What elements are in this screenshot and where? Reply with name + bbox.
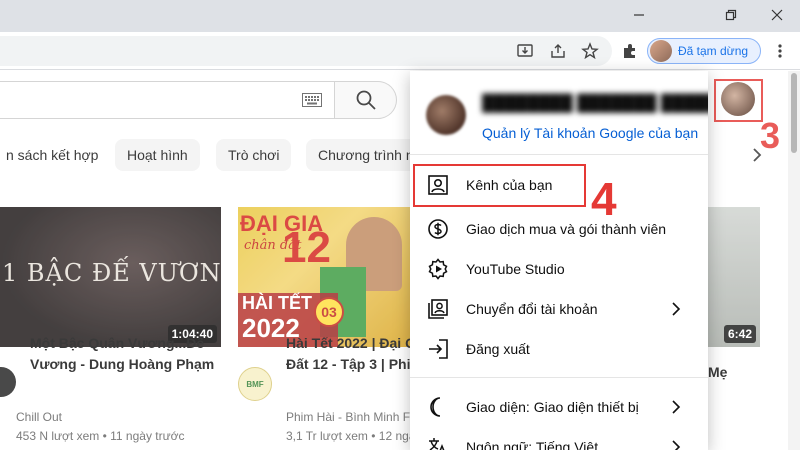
more-vert-icon[interactable] xyxy=(770,41,790,61)
thumbnail-text: 1 BẬC ĐẾ VƯƠNG xyxy=(2,259,221,287)
channel-avatar[interactable] xyxy=(0,367,16,397)
menu-item-label: Giao dịch mua và gói thành viên xyxy=(466,221,667,237)
menu-item-switch-account[interactable]: Chuyển đổi tài khoản xyxy=(410,289,708,329)
menu-item-label: Đăng xuất xyxy=(466,341,530,357)
menu-item-language[interactable]: Ngôn ngữ: Tiếng Việt xyxy=(410,427,708,450)
keyboard-icon[interactable] xyxy=(302,93,322,107)
close-icon xyxy=(771,9,783,21)
browser-titlebar xyxy=(0,0,800,32)
chip-item[interactable]: Chương trình n xyxy=(306,139,426,171)
manage-account-link[interactable]: Quản lý Tài khoản Google của bạn xyxy=(482,125,698,141)
step-4-label: 4 xyxy=(591,173,617,225)
video-title[interactable]: Vương - Dung Hoàng Phạm xyxy=(30,354,214,374)
video-title[interactable]: Mẹ xyxy=(708,362,727,382)
share-icon[interactable] xyxy=(548,41,568,61)
browser-toolbar: Đã tạm dừng xyxy=(0,32,800,70)
scrollbar-thumb[interactable] xyxy=(791,73,797,153)
account-menu: ████████ ███████ ██████ █ Quản lý Tài kh… xyxy=(410,71,708,450)
moon-icon xyxy=(426,395,450,419)
channel-avatar[interactable]: BMF xyxy=(238,367,272,401)
chevron-right-icon xyxy=(672,400,681,414)
minimize-icon xyxy=(634,14,644,16)
thumbnail-episode: 03 xyxy=(314,297,344,327)
chip-item[interactable]: Hoạt hình xyxy=(115,139,200,171)
search-icon xyxy=(356,90,376,110)
avatar xyxy=(426,95,466,135)
studio-gear-icon xyxy=(426,257,450,281)
highlight-box-step4 xyxy=(413,164,586,207)
switch-account-icon xyxy=(426,297,450,321)
star-icon[interactable] xyxy=(580,41,600,61)
video-title[interactable]: Hài Tết 2022 | Đại G xyxy=(286,333,416,353)
account-name-blurred: ████████ ███████ ██████ █ xyxy=(482,95,708,112)
video-title[interactable]: Đất 12 - Tập 3 | Phi xyxy=(286,354,411,374)
menu-item-appearance[interactable]: Giao diện: Giao diện thiết bị xyxy=(410,387,708,427)
extensions-icon[interactable] xyxy=(620,41,640,61)
search-input[interactable] xyxy=(0,81,335,119)
sign-out-icon xyxy=(426,337,450,361)
restore-button[interactable] xyxy=(708,0,754,30)
minimize-button[interactable] xyxy=(616,0,662,30)
restore-icon xyxy=(725,9,737,21)
chevron-right-icon xyxy=(672,302,681,316)
menu-divider xyxy=(410,377,708,378)
install-icon[interactable] xyxy=(515,41,535,61)
close-window-button[interactable] xyxy=(754,0,800,30)
menu-item-label: YouTube Studio xyxy=(466,261,565,277)
account-menu-header: ████████ ███████ ██████ █ Quản lý Tài kh… xyxy=(410,71,708,155)
dollar-icon xyxy=(426,217,450,241)
translate-icon xyxy=(426,435,450,450)
video-thumbnail[interactable]: 6:42 xyxy=(700,207,760,347)
video-meta: 453 N lượt xem • 11 ngày trước xyxy=(16,429,185,443)
menu-item-purchases[interactable]: Giao dịch mua và gói thành viên xyxy=(410,209,708,249)
video-thumbnail[interactable]: ĐẠI GIA chân đất 12 HÀI TẾT 2022 03 xyxy=(238,207,410,347)
search-button[interactable] xyxy=(335,81,397,119)
channel-name[interactable]: Phim Hài - Bình Minh Fi xyxy=(286,410,413,424)
profile-button[interactable]: Đã tạm dừng xyxy=(647,38,761,64)
menu-item-label: Giao diện: Giao diện thiết bị xyxy=(466,399,639,415)
video-title[interactable]: Một Bậc Quân Vương...Đế xyxy=(30,333,204,353)
menu-item-studio[interactable]: YouTube Studio xyxy=(410,249,708,289)
chevron-right-icon[interactable] xyxy=(750,147,764,163)
profile-status: Đã tạm dừng xyxy=(678,44,749,58)
video-thumbnail[interactable]: 1 BẬC ĐẾ VƯƠNG 1:04:40 xyxy=(0,207,221,347)
chevron-right-icon xyxy=(672,440,681,450)
avatar xyxy=(650,40,672,62)
chip-item[interactable]: Trò chơi xyxy=(216,139,292,171)
page-scrollbar[interactable] xyxy=(788,71,800,450)
menu-item-label: Chuyển đổi tài khoản xyxy=(466,301,598,317)
menu-item-sign-out[interactable]: Đăng xuất xyxy=(410,329,708,369)
chip-item[interactable]: n sách kết hợp xyxy=(0,139,110,171)
thumbnail-text: 12 xyxy=(282,223,331,272)
menu-item-label: Ngôn ngữ: Tiếng Việt xyxy=(466,439,599,450)
video-meta: 3,1 Tr lượt xem • 12 ngày xyxy=(286,429,422,443)
video-duration: 6:42 xyxy=(723,325,756,343)
thumbnail-text: HÀI TẾT xyxy=(242,293,312,313)
channel-name[interactable]: Chill Out xyxy=(16,410,62,424)
highlight-box-step3 xyxy=(714,79,763,122)
